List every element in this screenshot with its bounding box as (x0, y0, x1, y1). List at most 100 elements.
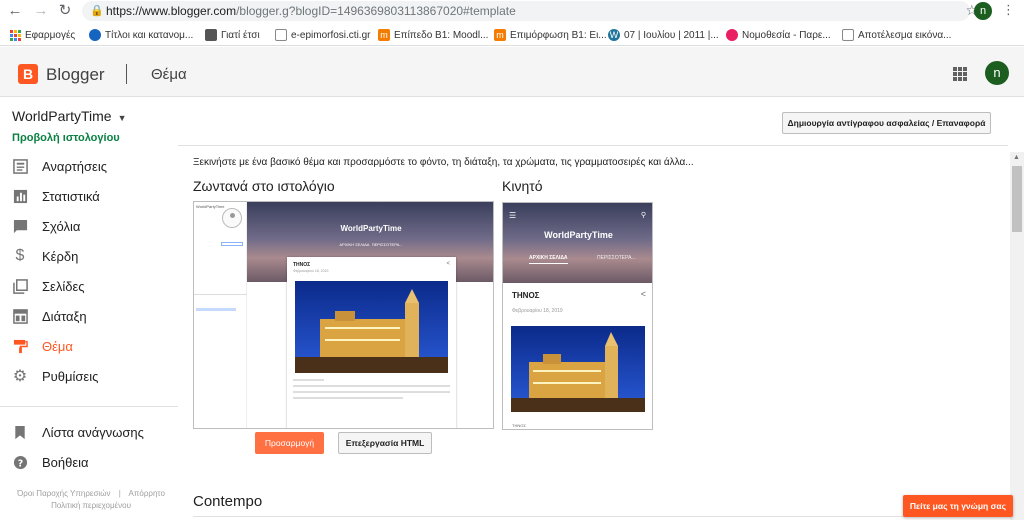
preview-profile-link (221, 242, 243, 246)
mobile-tab-home: ΑΡΧΙΚΗ ΣΕΛΙΔΑ (529, 255, 568, 264)
footer-links: Όροι Παροχής Υπηρεσιών | Απόρρητο Πολιτι… (17, 489, 165, 510)
desktop-theme-preview[interactable]: WorldPartyTime WorldPartyTime ΑΡΧΙΚΗ ΣΕΛ… (193, 201, 494, 429)
browser-menu-icon[interactable]: ⋮ (1002, 2, 1015, 18)
sidebar-item-label: Αναρτήσεις (42, 158, 107, 174)
stats-icon (12, 188, 28, 204)
section-divider (193, 516, 1003, 517)
main-divider (178, 145, 1008, 146)
sidebar-item-label: Σχόλια (42, 218, 81, 234)
sidebar: WorldPartyTime ▼ Προβολή ιστολογίου Αναρτ… (0, 98, 178, 520)
sidebar-item-label: Λίστα ανάγνωσης (42, 424, 144, 440)
mobile-heading: Κινητό (502, 178, 543, 194)
apps-icon (10, 29, 21, 41)
sidebar-item-posts[interactable]: Αναρτήσεις (12, 156, 107, 176)
feedback-button[interactable]: Πείτε μας τη γνώμη σας (903, 495, 1013, 517)
sidebar-item-label: Κέρδη (42, 248, 79, 264)
bookmark-item[interactable]: Γιατί έτσι (205, 27, 260, 43)
wordpress-icon: W (608, 29, 620, 41)
page-icon (842, 29, 854, 41)
address-bar[interactable]: 🔒 https://www.blogger.com/blogger.g?blog… (82, 1, 978, 21)
share-icon: < (446, 261, 450, 267)
bookmark-item[interactable]: Αποτέλεσμα εικόνα... (842, 27, 951, 43)
bookmark-icon (12, 424, 28, 440)
content-policy-link[interactable]: Πολιτική περιεχομένου (51, 501, 131, 510)
app-name[interactable]: Blogger (46, 65, 105, 85)
sidebar-item-stats[interactable]: Στατιστικά (12, 186, 100, 206)
moodle-icon: m (378, 29, 390, 41)
preview-tab-more: ΠΕΡΙΣΣΟΤΕΡΑ... (371, 242, 403, 247)
scroll-up-arrow-icon[interactable]: ▲ (1013, 154, 1020, 161)
theme-section-title: Contempo (193, 493, 263, 510)
mobile-post-date: Φεβρουαρίου 18, 2019 (512, 308, 563, 314)
bookmark-label: Τίτλοι και κατανομ... (105, 29, 194, 41)
preview-post-date: Φεβρουαρίου 18, 2019 (293, 269, 329, 273)
preview-tabs: ΑΡΧΙΚΗ ΣΕΛΙΔΑ ΠΕΡΙΣΣΟΤΕΡΑ... (247, 242, 493, 247)
lock-icon: 🔒 (90, 5, 104, 17)
page-icon (275, 29, 287, 41)
bookmark-label: Εφαρμογές (25, 29, 76, 41)
backup-restore-button[interactable]: Δημιουργία αντίγραφου ασφαλείας / Επαναφ… (782, 112, 991, 134)
caret-down-icon: ▼ (117, 113, 127, 123)
back-arrow-icon[interactable]: ← (6, 2, 24, 20)
preview-post-meta-right (449, 415, 450, 419)
sidebar-item-pages[interactable]: Σελίδες (12, 276, 85, 296)
bookmark-item[interactable]: W 07 | Ιουλίου | 2011 |... (608, 27, 719, 43)
blogger-header: B Blogger Θέμα n (0, 47, 1024, 97)
search-icon: ⚲ (640, 212, 646, 219)
bookmark-label: Νομοθεσία - Παρε... (742, 29, 831, 41)
bookmark-item[interactable]: m Επιμόρφωση Β1: Ει... (494, 27, 607, 43)
mobile-theme-preview[interactable]: ☰ ⚲ WorldPartyTime ΑΡΧΙΚΗ ΣΕΛΙΔΑ ΠΕΡΙΣΣΟ… (502, 202, 653, 430)
church-photo (511, 326, 645, 412)
bookmark-label: Επίπεδο Β1: Moodl... (394, 29, 489, 41)
bookmark-item[interactable]: e-epimorfosi.cti.gr (275, 27, 370, 43)
edit-html-button[interactable]: Επεξεργασία HTML (338, 432, 432, 454)
flower-icon (726, 29, 738, 41)
mobile-blog-title: WorldPartyTime (544, 230, 613, 240)
gear-icon: ⚙ (12, 368, 28, 385)
user-avatar[interactable]: n (985, 61, 1009, 85)
page-title: Θέμα (151, 66, 187, 83)
image-icon (205, 29, 217, 41)
comments-icon (12, 218, 28, 234)
sidebar-item-earnings[interactable]: $ Κέρδη (12, 246, 79, 266)
mobile-post-card: ΤΗΝΟΣ Φεβρουαρίου 18, 2019 < ΤΗΝΟΣ (503, 283, 652, 429)
sidebar-item-theme[interactable]: Θέμα (12, 336, 73, 356)
scrollbar-thumb[interactable] (1012, 166, 1022, 232)
bookmark-label: Γιατί έτσι (221, 29, 260, 41)
google-apps-icon[interactable] (953, 67, 967, 81)
bookmark-label: Επιμόρφωση Β1: Ει... (510, 29, 607, 41)
view-blog-link[interactable]: Προβολή ιστολογίου (12, 132, 120, 144)
sidebar-item-label: Στατιστικά (42, 188, 100, 204)
sidebar-item-reading-list[interactable]: Λίστα ανάγνωσης (12, 422, 144, 442)
preview-post-title: ΤΗΝΟΣ (293, 262, 311, 268)
bookmark-item[interactable]: m Επίπεδο Β1: Moodl... (378, 27, 488, 43)
preview-tab-home: ΑΡΧΙΚΗ ΣΕΛΙΔΑ (339, 242, 370, 247)
blogger-logo-icon[interactable]: B (18, 64, 38, 84)
reload-icon[interactable]: ↻ (56, 2, 74, 20)
bookmark-item[interactable]: Εφαρμογές (10, 27, 75, 43)
hamburger-menu-icon: ☰ (509, 211, 517, 220)
bookmark-item[interactable]: Νομοθεσία - Παρε... (726, 27, 831, 43)
preview-post-meta-left (293, 415, 294, 419)
bookmark-label: Αποτέλεσμα εικόνα... (858, 29, 952, 41)
privacy-link[interactable]: Απόρρητο (129, 489, 165, 498)
terms-link[interactable]: Όροι Παροχής Υπηρεσιών (17, 489, 110, 498)
sidebar-item-settings[interactable]: ⚙ Ρυθμίσεις (12, 366, 99, 386)
blog-selector[interactable]: WorldPartyTime ▼ (12, 108, 127, 124)
bookmarks-bar: Εφαρμογές Τίτλοι και κατανομ... Γιατί έτ… (0, 24, 1024, 46)
sidebar-item-layout[interactable]: Διάταξη (12, 306, 87, 326)
intro-text: Ξεκινήστε με ένα βασικό θέμα και προσαρμ… (193, 157, 694, 168)
bookmark-label: e-epimorfosi.cti.gr (291, 29, 371, 41)
bookmark-item[interactable]: Τίτλοι και κατανομ... (89, 27, 193, 43)
svg-text:?: ? (17, 458, 22, 469)
customize-button[interactable]: Προσαρμογή (255, 432, 324, 454)
mobile-tab-more: ΠΕΡΙΣΣΟΤΕΡΑ... (597, 255, 636, 261)
preview-blog-title: WorldPartyTime (340, 224, 402, 233)
sidebar-item-comments[interactable]: Σχόλια (12, 216, 80, 236)
forward-arrow-icon[interactable]: → (32, 2, 50, 20)
preview-sidebar-title: WorldPartyTime (196, 204, 225, 209)
mobile-post-footer: ΤΗΝΟΣ (512, 423, 526, 428)
sidebar-item-help[interactable]: ? Βοήθεια (12, 452, 89, 472)
browser-profile-avatar[interactable]: n (974, 2, 992, 20)
url-text: https://www.blogger.com/blogger.g?blogID… (106, 4, 516, 18)
